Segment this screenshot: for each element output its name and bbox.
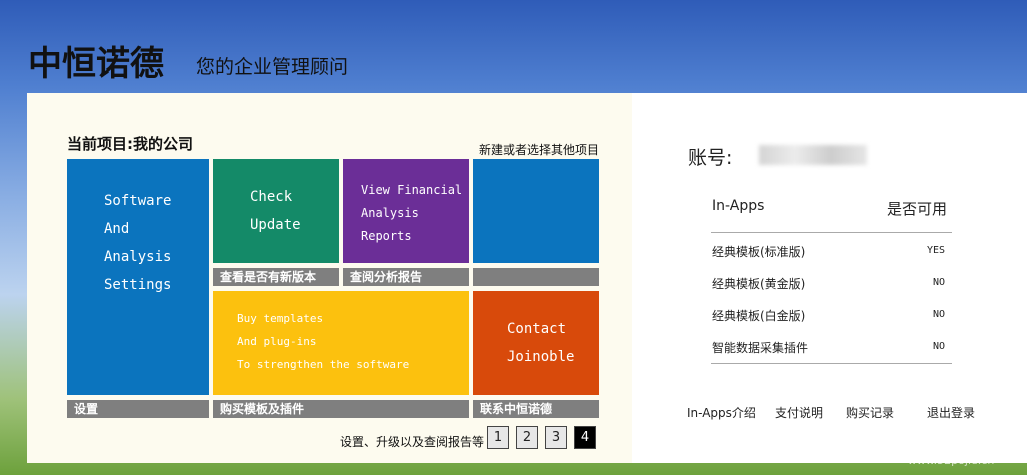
page-button-1[interactable]: 1 (487, 426, 509, 449)
payment-info-link[interactable]: 支付说明 (775, 404, 823, 421)
contact-bar[interactable]: 联系中恒诺德 (473, 400, 599, 418)
logout-link[interactable]: 退出登录 (927, 404, 975, 421)
project-panel: 当前项目:我的公司 新建或者选择其他项目 Software And Analys… (27, 93, 632, 463)
account-panel: 账号: In-Apps 是否可用 经典模板(标准版) YES 经典模板(黄金版)… (632, 93, 1027, 463)
tile-text: Joinoble (507, 349, 575, 365)
inapps-intro-link[interactable]: In-Apps介绍 (687, 404, 756, 421)
settings-tile[interactable]: Software And Analysis Settings (67, 159, 209, 395)
tile-text: And plug-ins (237, 335, 317, 348)
tile-text: Update (250, 217, 301, 233)
tile-text: Settings (104, 277, 172, 293)
divider (711, 232, 952, 233)
inapps-column-header: In-Apps (712, 198, 765, 214)
settings-bar[interactable]: 设置 (67, 400, 209, 418)
tile-text: Buy templates (237, 312, 324, 325)
watermark: 吾爱破解论坛 www.52pojie.cn (875, 428, 1027, 475)
buy-bar[interactable]: 购买模板及插件 (213, 400, 469, 418)
availability-column-header: 是否可用 (887, 200, 948, 218)
tile-text: Contact (507, 321, 567, 337)
select-other-project-link[interactable]: 新建或者选择其他项目 (479, 141, 599, 158)
inapp-row-status: NO (932, 277, 945, 288)
check-updates-bar[interactable]: 查看是否有新版本 (213, 268, 339, 286)
tile-text: To strengthen the software (237, 358, 410, 371)
inapp-row-name: 经典模板(白金版) (712, 309, 806, 323)
inapp-row-status: NO (932, 309, 945, 320)
buy-templates-tile[interactable]: Buy templates And plug-ins To strengthen… (213, 291, 469, 395)
account-label: 账号: (688, 147, 733, 169)
tile-text: View Financial (361, 183, 463, 197)
check-update-tile[interactable]: Check Update (213, 159, 339, 263)
pager-label: 设置、升级以及查阅报告等 (340, 435, 485, 449)
inapp-row-status: NO (932, 341, 945, 352)
page-button-3[interactable]: 3 (545, 426, 567, 449)
tile-text: Check (250, 189, 293, 205)
contact-tile[interactable]: Contact Joinoble (473, 291, 599, 395)
watermark-title: 吾爱破解论坛 (902, 432, 999, 451)
page-button-4[interactable]: 4 (574, 426, 596, 449)
reports-bar[interactable]: 查阅分析报告 (343, 268, 469, 286)
tile-text: Analysis (361, 206, 419, 220)
app-subtitle: 您的企业管理顾问 (196, 56, 349, 78)
tile-text: Reports (361, 229, 412, 243)
current-project-title: 当前项目:我的公司 (67, 135, 193, 153)
inapp-row-name: 智能数据采集插件 (712, 341, 809, 355)
page-button-2[interactable]: 2 (516, 426, 538, 449)
purchase-history-link[interactable]: 购买记录 (846, 404, 894, 421)
account-value-blurred (759, 145, 867, 165)
divider (711, 363, 952, 364)
app-title: 中恒诺德 (28, 44, 164, 84)
blank-tile[interactable] (473, 159, 599, 263)
tile-text: Software (104, 193, 172, 209)
tile-text: Analysis (104, 249, 172, 265)
watermark-url: www.52pojie.cn (907, 454, 995, 467)
inapp-row-name: 经典模板(黄金版) (712, 277, 806, 291)
inapp-row-status: YES (926, 245, 945, 256)
tile-text: And (104, 221, 130, 237)
inapp-row-name: 经典模板(标准版) (712, 245, 806, 259)
blank-bar (473, 268, 599, 286)
financial-reports-tile[interactable]: View Financial Analysis Reports (343, 159, 469, 263)
